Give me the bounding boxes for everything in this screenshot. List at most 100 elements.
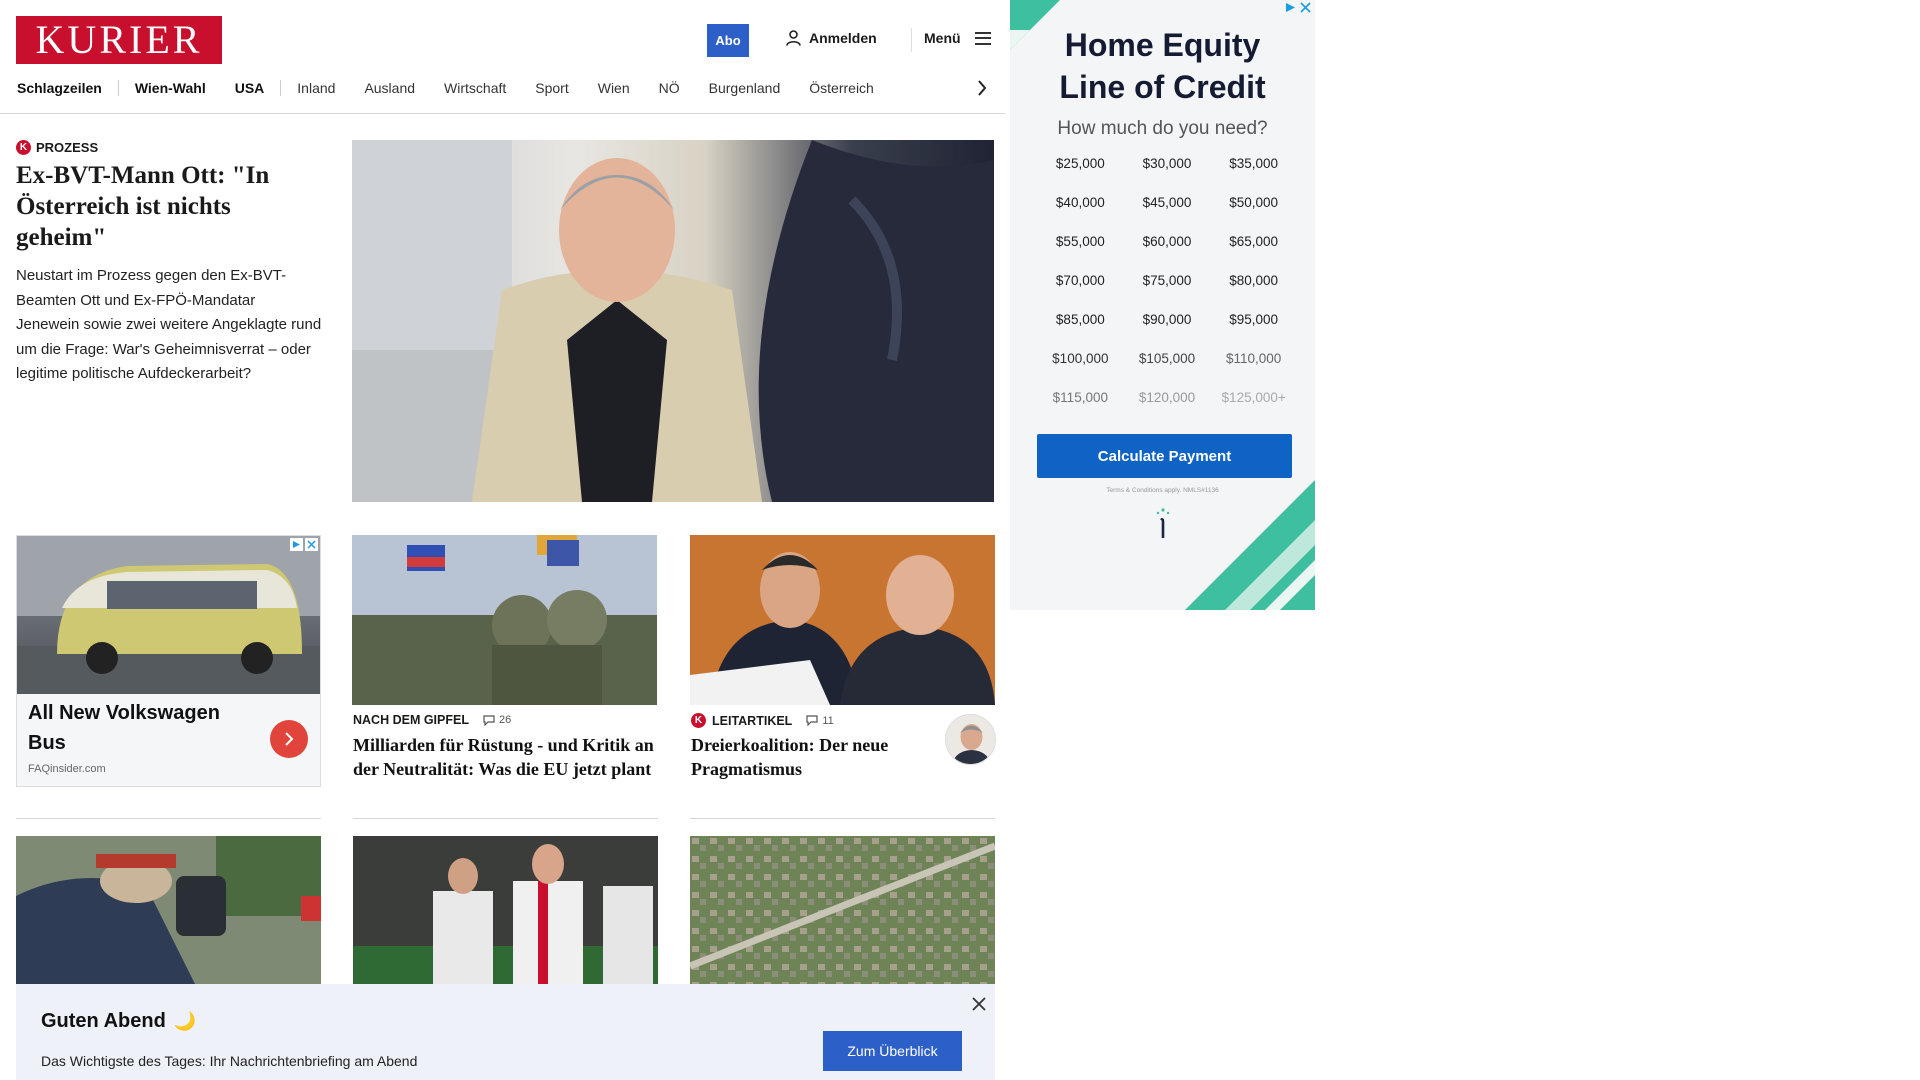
aerial-map-art [690, 836, 995, 986]
teaser-headline-koalition[interactable]: Dreierkoalition: Der neue Pragmatismus [691, 733, 931, 781]
ad-headline-line-1: Home Equity [1064, 27, 1261, 63]
amount-option[interactable]: $50,000 [1210, 194, 1297, 212]
amount-option[interactable]: $90,000 [1124, 311, 1211, 329]
overview-button[interactable]: Zum Überblick [823, 1031, 962, 1071]
teaser-photo-police[interactable] [16, 836, 321, 986]
user-icon [786, 30, 801, 46]
nav-item-wien-wahl[interactable]: Wien-Wahl [135, 80, 206, 96]
row-divider [690, 818, 995, 819]
calculate-payment-button[interactable]: Calculate Payment [1037, 434, 1292, 478]
ad-terms: Terms & Conditions apply. NMLS#1136 [1106, 487, 1219, 494]
amount-option[interactable]: $40,000 [1037, 194, 1124, 212]
nav-item-burgenland[interactable]: Burgenland [709, 80, 781, 96]
abo-button[interactable]: Abo [707, 24, 749, 57]
nav-item-wien[interactable]: Wien [598, 80, 630, 96]
amount-option[interactable]: $65,000 [1210, 233, 1297, 251]
amount-option[interactable]: $95,000 [1210, 311, 1297, 329]
brand-mark-icon [1156, 508, 1170, 538]
banner-close-button[interactable] [969, 994, 989, 1014]
amount-option[interactable]: $115,000 [1037, 389, 1124, 407]
menu-button[interactable]: Menü [924, 30, 991, 46]
author-avatar[interactable] [945, 714, 996, 765]
sponsored-card-title[interactable]: All New Volkswagen Bus [28, 698, 248, 758]
lead-photo[interactable] [352, 140, 994, 502]
kurier-plus-icon: K [691, 713, 706, 728]
sponsored-card-arrow-button[interactable] [270, 720, 308, 758]
lead-kicker-label: PROZESS [36, 140, 99, 155]
amount-option[interactable]: $120,000 [1124, 389, 1211, 407]
sponsored-card-source: FAQinsider.com [28, 763, 106, 775]
kurier-logo[interactable]: KURIER [16, 16, 222, 64]
amount-option[interactable]: $110,000 [1210, 350, 1297, 368]
nav-item-sport[interactable]: Sport [535, 80, 568, 96]
lead-headline[interactable]: Ex-BVT-Mann Ott: "In Österreich ist nich… [16, 160, 316, 253]
adchoices-icon[interactable] [290, 538, 303, 551]
teaser-headline-eu[interactable]: Milliarden für Rüstung - und Kritik an d… [353, 733, 658, 781]
section-nav: Schlagzeilen Wien-Wahl USA Inland Auslan… [0, 74, 1005, 114]
chevron-right-icon [978, 80, 987, 96]
amount-option[interactable]: $60,000 [1124, 233, 1211, 251]
ad-close-icon[interactable] [1300, 2, 1311, 13]
amount-option[interactable]: $80,000 [1210, 272, 1297, 290]
amount-option[interactable]: $30,000 [1124, 155, 1211, 173]
amount-option[interactable]: $105,000 [1124, 350, 1211, 368]
amount-option[interactable]: $70,000 [1037, 272, 1124, 290]
nav-item-wirtschaft[interactable]: Wirtschaft [444, 80, 506, 96]
adchoices-icon[interactable] [1285, 2, 1296, 13]
comment-icon [483, 714, 495, 726]
close-icon [972, 997, 986, 1011]
banner-title: Guten Abend 🌙 [41, 1010, 196, 1033]
nav-item-noe[interactable]: NÖ [659, 80, 680, 96]
sponsored-card-image [17, 536, 320, 694]
ad-choices[interactable] [1285, 2, 1311, 13]
sponsored-card[interactable]: All New Volkswagen Bus FAQinsider.com [16, 535, 321, 787]
politicians-art [690, 535, 995, 705]
comment-count[interactable]: 26 [483, 714, 511, 726]
menu-label: Menü [924, 30, 961, 46]
comment-count[interactable]: 11 [806, 714, 834, 727]
amount-option[interactable]: $55,000 [1037, 233, 1124, 251]
teaser-photo-football[interactable] [353, 836, 658, 986]
banner-text: Das Wichtigste des Tages: Ihr Nachrichte… [41, 1053, 418, 1069]
nav-item-inland[interactable]: Inland [297, 80, 335, 96]
nav-item-oesterreich[interactable]: Österreich [809, 80, 874, 96]
amount-option[interactable]: $25,000 [1037, 155, 1124, 173]
banner-title-text: Guten Abend [41, 1010, 166, 1032]
amount-option[interactable]: $75,000 [1124, 272, 1211, 290]
lead-photo-art [352, 140, 994, 502]
nav-item-ausland[interactable]: Ausland [364, 80, 415, 96]
nav-item-usa[interactable]: USA [235, 80, 265, 96]
lead-kicker: K PROZESS [16, 140, 98, 155]
comment-icon [806, 715, 818, 726]
ad-choices[interactable] [290, 538, 318, 551]
hamburger-icon [974, 31, 991, 45]
ad-headline-line-2: Line of Credit [1059, 69, 1266, 105]
teaser-meta-eu: NACH DEM GIPFEL 26 [353, 713, 511, 727]
heloc-ad[interactable]: Home Equity Line of Credit How much do y… [1010, 0, 1315, 610]
police-art [16, 836, 321, 986]
ad-headline: Home Equity Line of Credit [1010, 24, 1315, 108]
amount-option[interactable]: $85,000 [1037, 311, 1124, 329]
kurier-page: KURIER Abo Anmelden Menü Schlagzeilen Wi… [0, 0, 1005, 1080]
teaser-photo-aerial[interactable] [690, 836, 995, 986]
amount-option[interactable]: $45,000 [1124, 194, 1211, 212]
moon-icon: 🌙 [173, 1011, 197, 1031]
amount-option[interactable]: $125,000+ [1210, 389, 1297, 407]
teaser-photo-koalition[interactable] [690, 535, 995, 705]
row-divider [16, 818, 321, 819]
soldiers-art [352, 535, 657, 705]
comment-count-value: 26 [498, 714, 512, 726]
ad-close-icon[interactable] [305, 538, 318, 551]
amount-option[interactable]: $100,000 [1037, 350, 1124, 368]
teaser-photo-eu[interactable] [352, 535, 657, 705]
author-portrait [946, 715, 995, 764]
nav-item-schlagzeilen[interactable]: Schlagzeilen [17, 80, 102, 96]
row-divider [353, 818, 658, 819]
nav-scroll-right-button[interactable] [972, 78, 992, 98]
login-link[interactable]: Anmelden [786, 30, 877, 46]
vw-bus-art [17, 536, 320, 694]
amount-option[interactable]: $35,000 [1210, 155, 1297, 173]
amount-grid: $25,000 $30,000 $35,000 $40,000 $45,000 $50,0… [1037, 155, 1297, 407]
comment-count-value: 11 [822, 714, 834, 727]
chevron-right-icon [285, 732, 294, 746]
